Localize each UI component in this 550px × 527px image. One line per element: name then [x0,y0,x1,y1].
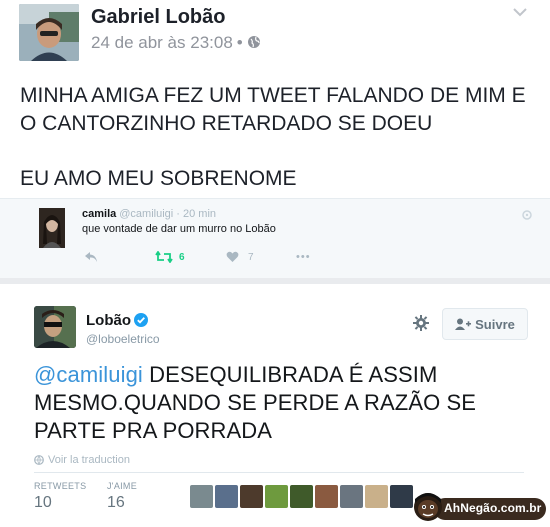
liker-avatar[interactable] [340,485,363,508]
retweet-icon [155,251,173,263]
translate-link[interactable]: Voir la traduction [34,454,130,466]
likes-count: 16 [107,494,125,511]
liker-avatar[interactable] [190,485,213,508]
liker-avatar[interactable] [315,485,338,508]
like-count: 7 [248,251,254,263]
like-button[interactable]: 7 [226,251,254,263]
post-text-line: EU AMO MEU SOBRENOME [20,167,297,190]
settings-icon[interactable] [522,210,532,220]
watermark-text: AhNegão.com.br [444,501,542,515]
post-body: MINHA AMIGA FEZ UM TWEET FALANDO DE MIM … [20,82,540,193]
retweet-button[interactable]: 6 [155,251,185,263]
watermark-logo: AhNegão.com.br [412,491,546,523]
follow-label: Suivre [475,316,515,332]
divider [34,472,524,473]
more-icon[interactable]: ••• [296,251,311,263]
chevron-down-icon[interactable] [512,6,528,18]
tweet-avatar[interactable] [39,208,65,248]
globe-icon[interactable] [247,34,261,48]
liker-avatar[interactable] [265,485,288,508]
tweet-text: @camiluigi DESEQUILIBRADA É ASSIM MESMO.… [34,361,534,445]
gear-icon[interactable] [412,314,430,332]
embedded-tweet-lobao: Lobão @loboeletrico Suivre @camiluigi DE… [0,278,550,527]
reply-icon[interactable] [84,251,98,263]
post-header: Gabriel Lobão 24 de abr às 23:08 • [0,0,550,70]
tweet-author: Lobão [86,312,148,329]
follow-button[interactable]: Suivre [442,308,528,340]
add-user-icon [455,318,472,330]
post-meta: 24 de abr às 23:08 • [91,33,261,53]
liker-avatar[interactable] [390,485,413,508]
heart-icon [226,251,239,262]
tweet-handle[interactable]: @camiluigi · 20 min [119,208,216,220]
liker-avatar[interactable] [215,485,238,508]
retweets-count: 10 [34,494,52,511]
retweets-label: RETWEETS [34,481,87,491]
tweet-author-name[interactable]: camila [82,208,116,220]
tweet-text: que vontade de dar um murro no Lobão [82,223,276,235]
retweets-stat[interactable]: RETWEETS 10 [34,481,86,512]
tweet-handle[interactable]: @loboeletrico [86,332,160,346]
mascot-icon [414,493,442,521]
likes-stat[interactable]: J'AIME 16 [107,481,137,512]
tweet-author: camila @camiluigi · 20 min [82,208,216,220]
globe-icon [34,455,44,465]
post-text-line: MINHA AMIGA FEZ UM TWEET FALANDO DE MIM … [20,84,526,107]
author-name[interactable]: Gabriel Lobão [91,6,225,29]
liker-avatars [190,485,413,508]
avatar[interactable] [19,4,79,61]
translate-label: Voir la traduction [48,454,130,466]
liker-avatar[interactable] [240,485,263,508]
tweet-author-name[interactable]: Lobão [86,312,131,329]
mention-link[interactable]: @camiluigi [34,362,143,387]
liker-avatar[interactable] [365,485,388,508]
liker-avatar[interactable] [290,485,313,508]
post-text-line: O CANTORZINHO RETARDADO SE DOEU [20,112,433,135]
post-timestamp[interactable]: 24 de abr às 23:08 [91,33,233,52]
tweet-avatar[interactable] [34,306,76,348]
meta-separator: • [236,33,243,52]
likes-label: J'AIME [107,481,138,491]
retweet-count: 6 [179,251,185,263]
verified-badge-icon [134,313,148,327]
embedded-tweet-camila: camila @camiluigi · 20 min que vontade de… [0,198,550,278]
